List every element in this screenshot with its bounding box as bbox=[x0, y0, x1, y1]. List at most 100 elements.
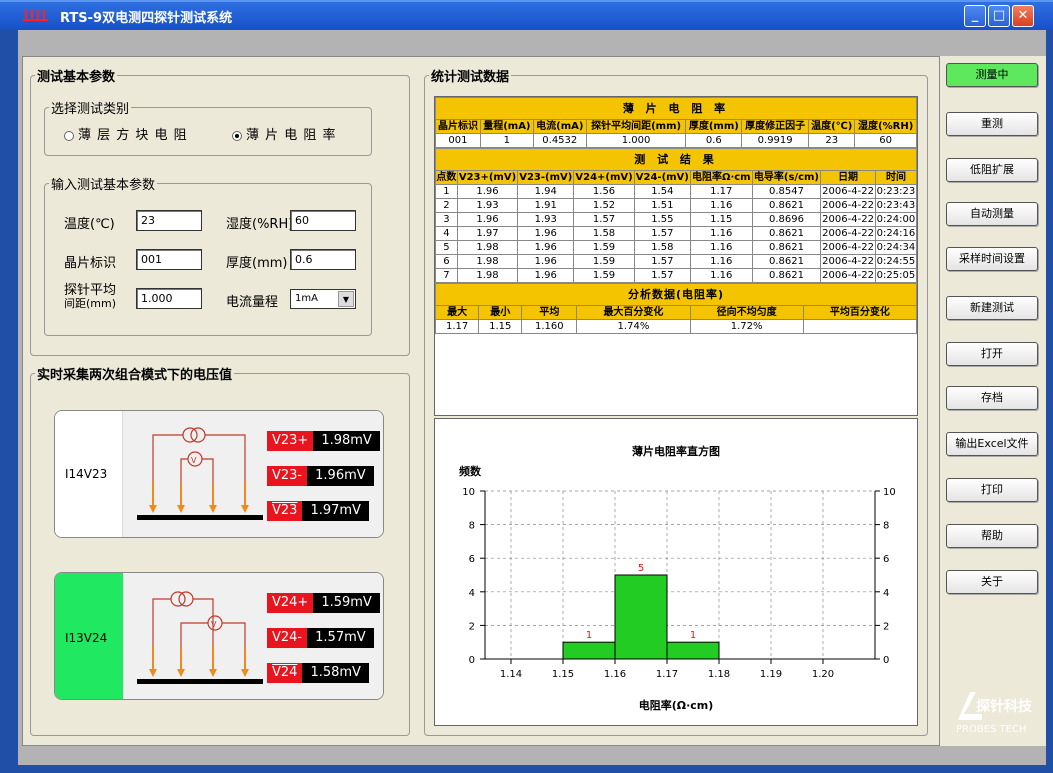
table-cell: 1.17 bbox=[689, 184, 753, 199]
table-cell: 1.96 bbox=[456, 212, 519, 227]
table-cell: 1 bbox=[479, 133, 534, 148]
table-cell: 1.59 bbox=[573, 268, 635, 283]
action-button-11[interactable]: 关于 bbox=[946, 570, 1038, 594]
action-button-8[interactable]: 输出Excel文件 bbox=[946, 432, 1038, 456]
table-cell: 1.96 bbox=[456, 184, 519, 199]
measuring-button[interactable]: 测量中 bbox=[946, 63, 1038, 87]
table-header-row: 最大 最小 平均 最大百分变化 径向不均匀度 平均百分变化 bbox=[434, 305, 918, 320]
table-cell: 1.98 bbox=[456, 268, 519, 283]
radio-selected-icon bbox=[232, 130, 242, 141]
close-button[interactable]: ✕ bbox=[1012, 5, 1034, 27]
wafer-input[interactable]: 001 bbox=[136, 249, 202, 270]
table-cell: 1.16 bbox=[689, 198, 753, 213]
brand-en: PROBES TECH bbox=[956, 724, 1027, 735]
table-cell: 2006-4-22 bbox=[820, 240, 876, 255]
table-header-cell: 点数 bbox=[435, 170, 458, 185]
action-button-1[interactable]: 重测 bbox=[946, 112, 1038, 136]
tag-value: 1.58mV bbox=[310, 665, 361, 680]
tag-name: V24 bbox=[267, 663, 303, 683]
table-cell: 1.16 bbox=[689, 254, 753, 269]
table-cell: 0:24:16 bbox=[874, 226, 918, 241]
probe-label: 探针平均 间距(mm) bbox=[64, 284, 116, 310]
minimize-button[interactable]: _ bbox=[964, 5, 986, 27]
table-header-cell: 最大 bbox=[434, 305, 480, 320]
y-tick-label: 0 bbox=[469, 655, 475, 666]
table-cell: 1.97 bbox=[456, 226, 519, 241]
action-button-3[interactable]: 自动测量 bbox=[946, 202, 1038, 226]
bar-data-label: 5 bbox=[638, 563, 644, 574]
radio-resistivity[interactable]: 薄 片 电 阻 率 bbox=[232, 124, 337, 143]
table-cell: 1.93 bbox=[517, 212, 575, 227]
table-cell: 2006-4-22 bbox=[820, 268, 876, 283]
bar-data-label: 1 bbox=[586, 630, 592, 641]
table-cell: 1.59 bbox=[573, 240, 635, 255]
table-cell bbox=[802, 319, 918, 334]
radio-sheet-resistance[interactable]: 薄 层 方 块 电 阻 bbox=[64, 124, 188, 143]
range-label: 电流量程 bbox=[226, 295, 279, 310]
table-cell: 7 bbox=[435, 268, 458, 283]
table-cell: 1.15 bbox=[689, 212, 753, 227]
tag-value: 1.57mV bbox=[315, 630, 366, 645]
analysis-title: 分析数据(电阻率) bbox=[435, 283, 917, 306]
table-cell: 1.96 bbox=[517, 240, 575, 255]
humid-input[interactable]: 60 bbox=[290, 210, 356, 231]
table-header-row: 点数 V23+(mV) V23-(mV) V24+(mV) V24-(mV) 电阻率Ω·c… bbox=[435, 170, 918, 185]
table-cell: 0:25:05 bbox=[874, 268, 918, 283]
table-cell: 0:24:00 bbox=[874, 212, 918, 227]
stats-tables: 薄 片 电 阻 率 晶片标识 量程(mA) 电流(mA) 探针平均间距(mm) 厚度(m… bbox=[434, 96, 918, 416]
action-button-7[interactable]: 存档 bbox=[946, 386, 1038, 410]
basic-params-legend: 测试基本参数 bbox=[37, 70, 116, 85]
svg-text:V: V bbox=[211, 620, 217, 629]
table-cell: 0.6 bbox=[685, 133, 743, 148]
tag-value: 1.98mV bbox=[321, 433, 372, 448]
bar-data-label: 1 bbox=[690, 630, 696, 641]
tag-value: 1.97mV bbox=[310, 503, 361, 518]
table-cell: 1.000 bbox=[585, 133, 687, 148]
y-tick-label-right: 0 bbox=[883, 655, 889, 666]
table-cell: 1.94 bbox=[517, 184, 575, 199]
table-header-cell: 最大百分变化 bbox=[576, 305, 691, 320]
table-cell: 1.93 bbox=[456, 198, 519, 213]
range-select[interactable]: 1mA ▼ bbox=[290, 289, 356, 309]
thick-input[interactable]: 0.6 bbox=[290, 249, 356, 270]
table-cell: 2006-4-22 bbox=[820, 226, 876, 241]
histogram-bar bbox=[562, 641, 616, 660]
y-tick-label-right: 8 bbox=[883, 521, 889, 532]
table-cell: 1.98 bbox=[456, 254, 519, 269]
temp-input[interactable]: 23 bbox=[136, 210, 202, 231]
table-row: 6 1.98 1.96 1.59 1.57 1.16 0.8621 2006-4-22 0:24… bbox=[435, 254, 918, 269]
x-tick-label: 1.17 bbox=[656, 669, 678, 680]
maximize-button[interactable]: □ bbox=[988, 5, 1010, 27]
table-row: 1 1.96 1.94 1.56 1.54 1.17 0.8547 2006-4-22 0:23… bbox=[435, 184, 918, 199]
probe-input[interactable]: 1.000 bbox=[136, 288, 202, 309]
table-cell: 2 bbox=[435, 198, 458, 213]
table-cell: 0.8621 bbox=[751, 268, 822, 283]
table-cell: 4 bbox=[435, 226, 458, 241]
table-row: 001 1 0.4532 1.000 0.6 0.9919 23 60 bbox=[435, 133, 917, 148]
table-cell: 0.8621 bbox=[751, 254, 822, 269]
tag-name: V24- bbox=[267, 628, 308, 648]
table-header-cell: 平均 bbox=[521, 305, 578, 320]
probe-label-line1: 探针平均 bbox=[64, 283, 117, 298]
table-cell: 2006-4-22 bbox=[820, 254, 876, 269]
table-cell: 1.72% bbox=[689, 319, 804, 334]
table-cell: 1.52 bbox=[573, 198, 635, 213]
x-tick-label: 1.15 bbox=[552, 669, 574, 680]
range-value: 1mA bbox=[295, 293, 318, 304]
tag-name: V23+ bbox=[267, 431, 314, 451]
action-button-5[interactable]: 新建测试 bbox=[946, 296, 1038, 320]
humid-label: 湿度(%RH) bbox=[226, 217, 294, 232]
action-button-2[interactable]: 低阻扩展 bbox=[946, 158, 1038, 182]
action-button-10[interactable]: 帮助 bbox=[946, 524, 1038, 548]
radio-label: 薄 片 电 阻 率 bbox=[246, 128, 337, 143]
table-cell: 001 bbox=[435, 133, 481, 148]
table-cell: 1.57 bbox=[633, 226, 691, 241]
table-cell: 1.96 bbox=[517, 254, 575, 269]
chevron-down-icon[interactable]: ▼ bbox=[338, 291, 354, 307]
x-tick-label: 1.18 bbox=[708, 669, 730, 680]
temp-label: 温度(℃) bbox=[64, 217, 115, 232]
action-button-6[interactable]: 打开 bbox=[946, 342, 1038, 366]
action-button-9[interactable]: 打印 bbox=[946, 478, 1038, 502]
action-button-4[interactable]: 采样时间设置 bbox=[946, 247, 1038, 271]
tag-value: 1.96mV bbox=[315, 468, 366, 483]
